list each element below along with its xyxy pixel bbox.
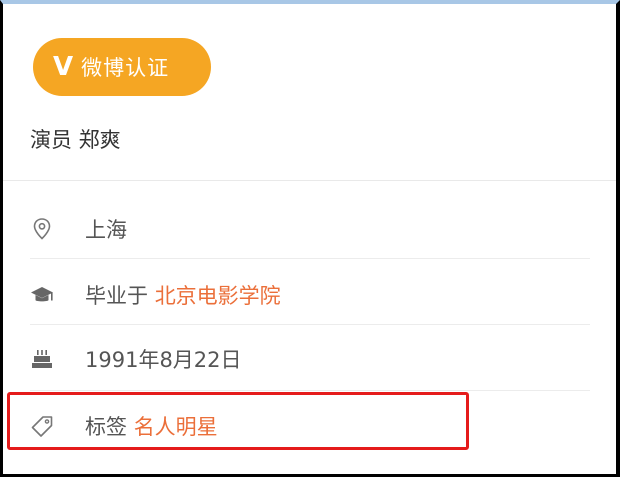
birthday-value: 1991年8月22日 — [85, 348, 242, 372]
row-divider — [30, 324, 590, 325]
school-link[interactable]: 北京电影学院 — [155, 284, 281, 308]
birthday-text: 1991年8月22日 — [85, 344, 242, 374]
info-row-location: 上海 — [30, 196, 590, 262]
education-text: 毕业于 北京电影学院 — [85, 280, 281, 310]
info-row-birthday: 1991年8月22日 — [30, 326, 590, 392]
graduation-cap-icon — [30, 283, 54, 307]
birthday-cake-icon — [30, 347, 54, 371]
verified-v-icon: V — [53, 52, 74, 82]
highlight-box — [7, 392, 469, 450]
verified-badge-label: 微博认证 — [81, 56, 170, 80]
weibo-verified-badge[interactable]: V 微博认证 — [33, 38, 211, 96]
location-text: 上海 — [85, 214, 127, 244]
row-divider — [30, 258, 590, 259]
section-divider — [3, 180, 616, 181]
row-divider — [30, 390, 590, 391]
education-prefix: 毕业于 — [85, 284, 155, 308]
verification-description: 演员 郑爽 — [30, 128, 121, 152]
location-pin-icon — [30, 217, 54, 241]
location-value: 上海 — [85, 218, 127, 242]
info-row-education: 毕业于 北京电影学院 — [30, 262, 590, 328]
